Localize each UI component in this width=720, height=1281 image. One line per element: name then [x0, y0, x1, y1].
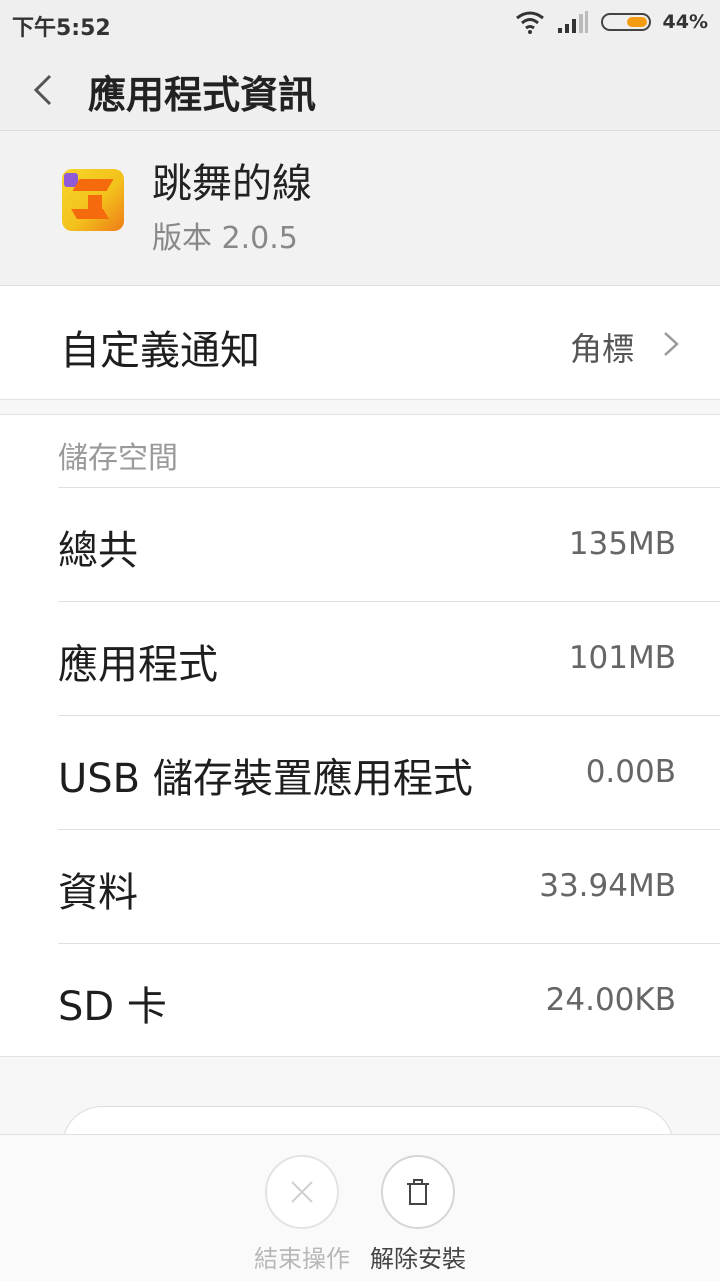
close-icon — [291, 1181, 313, 1203]
storage-row-value: 135MB — [568, 526, 676, 562]
storage-row-value: 101MB — [568, 640, 676, 676]
storage-row-total: 總共 135MB — [58, 487, 720, 601]
wifi-icon — [515, 11, 544, 34]
trash-icon — [407, 1179, 429, 1205]
signal-icon — [557, 11, 588, 33]
status-time: 下午5:52 — [12, 16, 111, 41]
uninstall-label: 解除安裝 — [370, 1245, 466, 1273]
app-name: 跳舞的線 — [152, 161, 312, 207]
storage-row-value: 0.00B — [585, 754, 676, 790]
app-version: 版本 2.0.5 — [152, 221, 298, 256]
storage-section-title: 儲存空間 — [58, 441, 178, 476]
app-icon — [62, 169, 124, 231]
storage-row-data: 資料 33.94MB — [58, 829, 720, 943]
status-icons: 44% — [515, 10, 708, 34]
battery-percent: 44% — [662, 11, 708, 33]
battery-icon — [600, 13, 651, 31]
status-bar: 下午5:52 44% — [0, 0, 720, 50]
uninstall-button[interactable]: 解除安裝 — [358, 1155, 478, 1274]
storage-row-label: 總共 — [58, 528, 138, 574]
app-bar: 應用程式資訊 — [0, 50, 720, 131]
custom-notification-label: 自定義通知 — [60, 328, 260, 374]
custom-notification-value: 角標 — [569, 330, 634, 368]
bottom-action-bar: 結束操作 解除安裝 — [0, 1134, 720, 1281]
storage-row-label: 應用程式 — [58, 642, 218, 688]
storage-row-label: SD 卡 — [58, 984, 167, 1030]
storage-row-value: 33.94MB — [539, 868, 676, 904]
storage-section: 儲存空間 總共 135MB 應用程式 101MB USB 儲存裝置應用程式 0.… — [0, 414, 720, 1057]
chevron-right-icon — [664, 332, 679, 356]
storage-row-usb: USB 儲存裝置應用程式 0.00B — [58, 715, 720, 829]
storage-row-sd: SD 卡 24.00KB — [58, 943, 720, 1057]
storage-row-label: 資料 — [58, 870, 138, 916]
storage-row-label: USB 儲存裝置應用程式 — [58, 756, 473, 802]
app-header: 跳舞的線 版本 2.0.5 — [0, 131, 720, 286]
storage-row-value: 24.00KB — [545, 982, 676, 1018]
storage-row-app: 應用程式 101MB — [58, 601, 720, 715]
custom-notification-row[interactable]: 自定義通知 角標 — [0, 286, 720, 400]
page-title: 應用程式資訊 — [88, 73, 317, 117]
force-stop-button[interactable]: 結束操作 — [242, 1155, 362, 1274]
force-stop-label: 結束操作 — [254, 1245, 350, 1273]
back-arrow-icon[interactable] — [24, 70, 64, 110]
